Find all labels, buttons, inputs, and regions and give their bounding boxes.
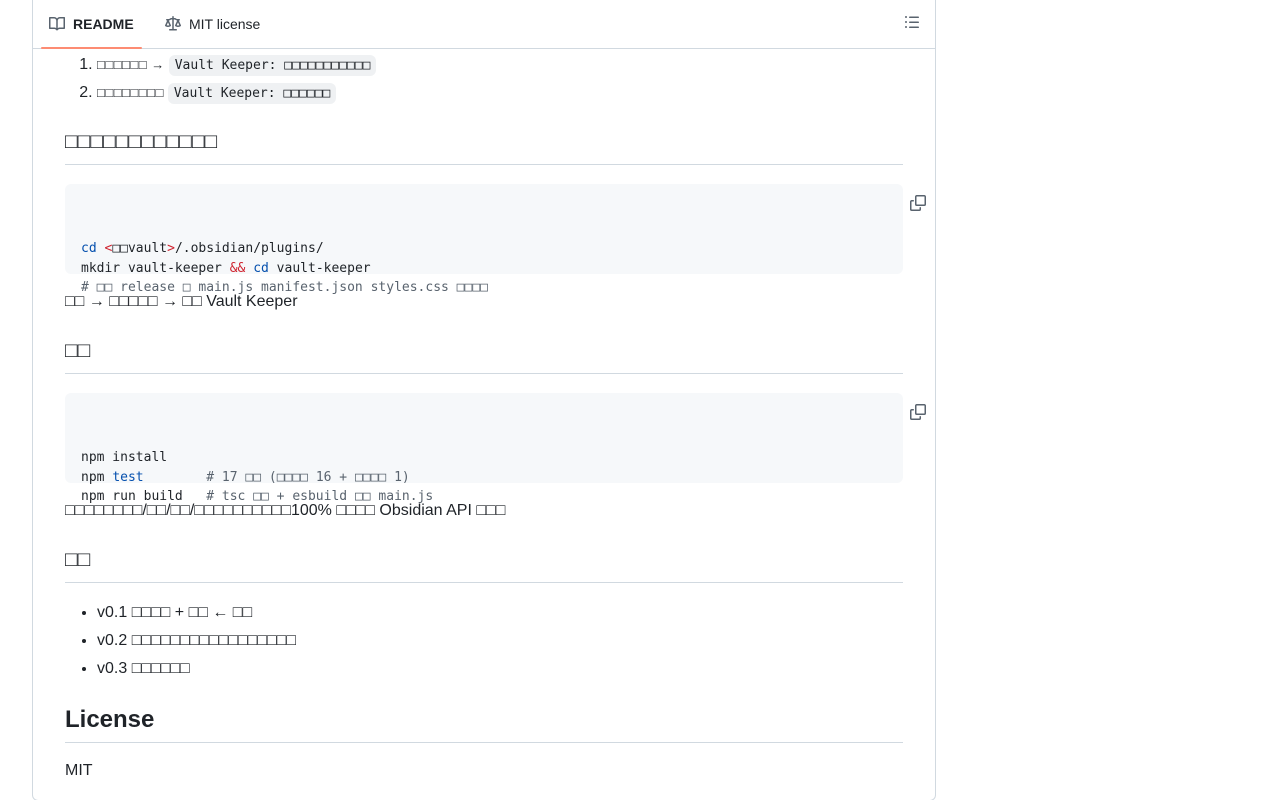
book-icon (49, 16, 65, 32)
license-text: MIT (65, 762, 93, 779)
list-item: □□□□□□□□Vault Keeper: □□□□□□ (97, 81, 376, 109)
readme-tabs: README MIT license (33, 0, 935, 49)
code-token: npm install (81, 450, 168, 465)
dev-note: □□□□□□□□/□□/□□/□□□□□□□□□□100% □□□□ Obsid… (65, 502, 506, 519)
list-item: □□□□□□ →Vault Keeper: □□□□□□□□□□□ (97, 53, 377, 81)
code-line: npm install (81, 448, 887, 468)
section-heading-dev: □□ (65, 337, 903, 374)
scale-icon (165, 16, 181, 32)
tab-license[interactable]: MIT license (157, 0, 268, 48)
list-unordered-icon (904, 14, 920, 35)
inline-code: Vault Keeper: □□□□□□ (167, 83, 337, 104)
code-token: mkdir vault-keeper (81, 260, 230, 276)
list-item: v0.3 □□□□□□ (97, 657, 296, 685)
tab-license-label: MIT license (189, 16, 261, 32)
section-heading-manual-install: □□□□□□□□□□□□ (65, 128, 903, 165)
code-line: mkdir vault-keeper && cd vault-keeper (81, 259, 887, 279)
roadmap-list: v0.1 □□□□ + □□ ← □□ v0.2 □□□□□□□□□□□□□□□… (65, 601, 296, 685)
code-token: cd (253, 260, 269, 276)
tab-readme[interactable]: README (41, 0, 142, 49)
code-token: □□vault (112, 241, 168, 256)
copy-button[interactable] (869, 403, 927, 425)
code-line: cd <□□vault>/.obsidian/plugins/ (81, 239, 887, 259)
section-heading-license: License (65, 704, 903, 743)
code-token: test (112, 469, 144, 485)
code-block-manual-install: cd <□□vault>/.obsidian/plugins/mkdir vau… (65, 184, 927, 295)
code-token: && (229, 260, 246, 276)
list-item: v0.1 □□□□ + □□ ← □□ (97, 601, 296, 629)
manual-install-note: □□ → □□□□□ → □□ Vault Keeper (65, 293, 298, 310)
copy-icon (832, 384, 927, 446)
tab-readme-label: README (73, 16, 134, 32)
install-steps: □□□□□□ →Vault Keeper: □□□□□□□□□□□ □□□□□□… (65, 53, 377, 109)
code-token: npm (81, 469, 113, 485)
code-token: # 17 □□ (□□□□ 16 + □□□□ 1) (206, 469, 410, 485)
inline-code: Vault Keeper: □□□□□□□□□□□ (168, 55, 377, 76)
code-token: > (167, 241, 175, 256)
code-line: npm test # 17 □□ (□□□□ 16 + □□□□ 1) (81, 468, 887, 488)
code-token: /.obsidian/plugins/ (174, 241, 324, 256)
outline-button[interactable] (898, 10, 926, 38)
code-token: cd (81, 241, 97, 256)
code-block-dev: npm install npm test # 17 □□ (□□□□ 16 + □… (65, 393, 927, 504)
list-item: v0.2 □□□□□□□□□□□□□□□□□ (97, 629, 296, 657)
copy-icon (832, 175, 927, 237)
readme-panel: README MIT license □□□□□□ →Vault Keeper:… (32, 0, 936, 800)
section-heading-roadmap: □□ (65, 546, 903, 583)
copy-button[interactable] (869, 194, 927, 216)
code-token: vault-keeper (268, 260, 371, 276)
